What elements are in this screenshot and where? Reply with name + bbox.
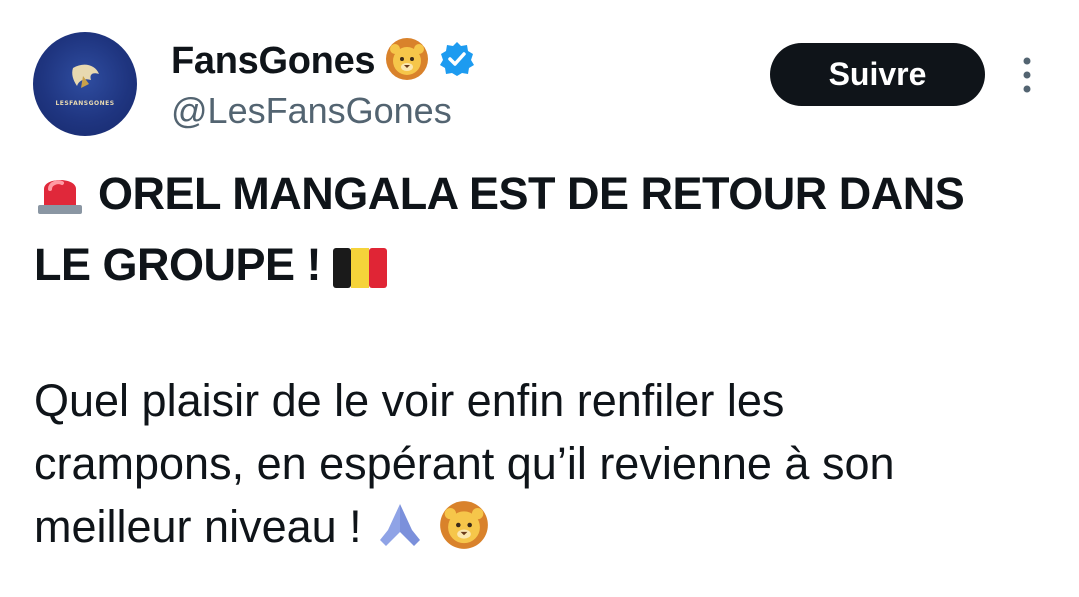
lion-emoji-icon <box>385 37 429 86</box>
belgium-flag-icon <box>333 241 388 304</box>
gones-logo-icon <box>72 64 99 88</box>
praying-hands-icon <box>374 500 426 566</box>
body-text-3: meilleur niveau ! <box>34 501 362 552</box>
tweet-body: Quel plaisir de le voir enfin renfiler l… <box>34 369 1054 566</box>
headline-text-1: OREL MANGALA EST DE RETOUR DANS <box>98 168 965 219</box>
siren-emoji-icon <box>34 167 86 233</box>
headline-line-1: OREL MANGALA EST DE RETOUR DANS <box>34 162 1054 233</box>
avatar-text: LESFANSGONES <box>55 100 115 107</box>
more-options-icon[interactable] <box>1012 55 1042 95</box>
headline-line-2: LE GROUPE ! <box>34 233 1054 304</box>
tweet-text: OREL MANGALA EST DE RETOUR DANS LE GROUP… <box>34 162 1054 566</box>
body-line-2: crampons, en espérant qu’il revienne à s… <box>34 438 895 489</box>
tweet-headline: OREL MANGALA EST DE RETOUR DANS LE GROUP… <box>34 162 1054 304</box>
follow-button[interactable]: Suivre <box>770 43 985 106</box>
body-line-3: meilleur niveau ! <box>34 495 1054 566</box>
author-name-row: FansGones <box>171 37 475 86</box>
headline-text-2: LE GROUPE ! <box>34 239 322 290</box>
lion-emoji-icon <box>439 500 489 566</box>
body-line-1: Quel plaisir de le voir enfin renfiler l… <box>34 375 785 426</box>
display-name[interactable]: FansGones <box>171 38 376 84</box>
user-handle[interactable]: @LesFansGones <box>171 88 452 134</box>
verified-badge-icon[interactable] <box>439 41 475 82</box>
avatar[interactable]: LESFANSGONES <box>33 32 137 136</box>
